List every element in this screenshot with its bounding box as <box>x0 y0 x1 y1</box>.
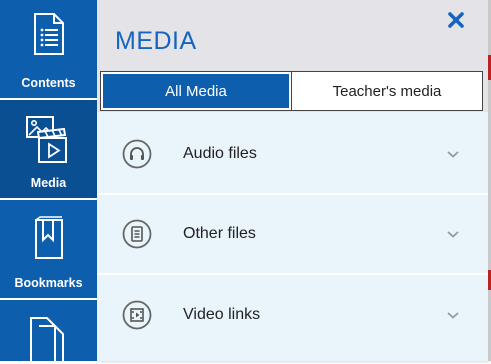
tab-all-media[interactable]: All Media <box>101 72 291 110</box>
sidebar: Contents Media Bookmarks <box>0 0 97 364</box>
panel-header: MEDIA All Media Teacher's media <box>97 0 488 112</box>
document-list-icon <box>33 13 64 55</box>
list-item-label: Video links <box>183 306 261 323</box>
tab-teachers-media[interactable]: Teacher's media <box>291 72 482 110</box>
media-icon <box>25 116 67 163</box>
close-icon[interactable] <box>446 10 466 30</box>
panel-title: MEDIA <box>115 27 197 55</box>
sidebar-item-pages[interactable] <box>0 300 97 364</box>
chevron-down-icon[interactable] <box>446 229 460 239</box>
chevron-down-icon[interactable] <box>446 310 460 320</box>
list-item-label: Audio files <box>183 145 257 162</box>
sidebar-item-contents[interactable]: Contents <box>0 0 97 100</box>
chevron-down-icon[interactable] <box>446 149 460 159</box>
sidebar-item-label: Bookmarks <box>14 276 83 290</box>
media-tabs: All Media Teacher's media <box>100 71 483 111</box>
film-icon <box>122 300 152 330</box>
sidebar-item-label: Contents <box>21 76 76 90</box>
pages-icon <box>29 317 64 364</box>
sidebar-item-bookmarks[interactable]: Bookmarks <box>0 200 97 300</box>
sidebar-item-label: Media <box>30 176 67 190</box>
file-icon <box>122 219 152 249</box>
list-item-audio-files[interactable]: Audio files <box>97 115 488 195</box>
sidebar-item-media[interactable]: Media <box>0 100 97 200</box>
list-item-other-files[interactable]: Other files <box>97 195 488 275</box>
media-panel: MEDIA All Media Teacher's media Audio fi… <box>97 0 488 361</box>
list-item-video-links[interactable]: Video links <box>97 275 488 361</box>
headphones-icon <box>122 139 152 169</box>
bookmark-icon <box>34 216 63 259</box>
list-item-label: Other files <box>183 225 256 242</box>
